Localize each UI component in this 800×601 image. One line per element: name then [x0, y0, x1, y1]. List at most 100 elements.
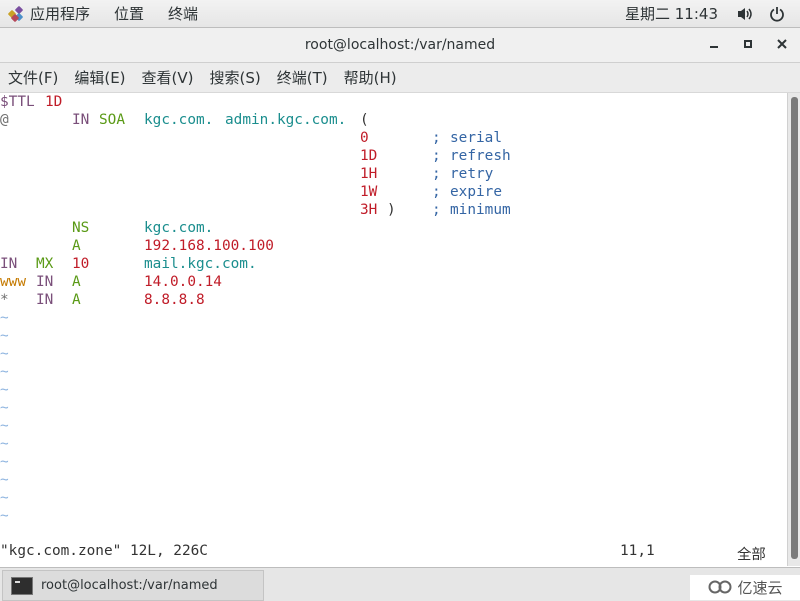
editor-token: A	[72, 292, 81, 308]
editor-token: MX	[36, 256, 54, 272]
editor-line: A 192.168.100.100	[0, 237, 787, 255]
empty-line-marker: ~	[0, 436, 9, 452]
editor-token: retry	[450, 166, 494, 182]
editor-token: IN	[72, 112, 90, 128]
editor-token: 10	[72, 256, 90, 272]
editor-token: NS	[72, 220, 90, 236]
editor-line: 1D; refresh	[0, 147, 787, 165]
editor-token: $TTL	[0, 94, 44, 110]
places-menu[interactable]: 位置	[114, 3, 144, 24]
watermark: 亿速云	[690, 575, 800, 600]
editor-token: expire	[450, 184, 502, 200]
editor-token: 192.168.100.100	[144, 238, 274, 254]
editor-token: (	[360, 112, 369, 128]
editor-token: 8.8.8.8	[144, 292, 205, 308]
editor-token: ;	[432, 148, 441, 164]
editor-token: refresh	[450, 148, 511, 164]
empty-line-marker: ~	[0, 346, 9, 362]
applications-menu[interactable]: 应用程序	[7, 3, 114, 24]
status-cursor-position: 11,1	[620, 543, 655, 559]
editor-line: * IN A 8.8.8.8	[0, 291, 787, 309]
scrollbar-thumb[interactable]	[791, 97, 798, 559]
empty-line-marker: ~	[0, 382, 9, 398]
empty-line-marker: ~	[0, 310, 9, 326]
editor-token: kgc.com.	[144, 220, 214, 236]
taskbar: root@localhost:/var/named	[0, 567, 800, 601]
editor-line: www IN A 14.0.0.14	[0, 273, 787, 291]
editor-token: IN	[36, 292, 54, 308]
editor-token: ;	[432, 166, 441, 182]
window-titlebar[interactable]: root@localhost:/var/named	[0, 28, 800, 63]
status-file-info: "kgc.com.zone" 12L, 226C	[0, 543, 208, 559]
editor-token: admin.kgc.com.	[225, 112, 347, 128]
close-icon	[777, 39, 787, 49]
editor-token: *	[0, 292, 9, 308]
menu-edit[interactable]: 编辑(E)	[74, 67, 125, 88]
editor-line: 3H); minimum	[0, 201, 787, 219]
editor-line: @ IN SOA kgc.com. admin.kgc.com. (	[0, 111, 787, 129]
editor-line: IN MX 10 mail.kgc.com.	[0, 255, 787, 273]
top-panel: 应用程序 位置 终端 星期二 11:43	[0, 0, 800, 28]
taskbar-item-label: root@localhost:/var/named	[41, 578, 218, 593]
menu-view[interactable]: 查看(V)	[142, 67, 194, 88]
terminal-icon	[11, 576, 33, 595]
editor-line: $TTL 1D	[0, 93, 787, 111]
clock[interactable]: 星期二 11:43	[625, 3, 718, 24]
menubar: 文件(F) 编辑(E) 查看(V) 搜索(S) 终端(T) 帮助(H)	[0, 63, 800, 94]
editor-token: 3H	[360, 202, 378, 218]
terminal-output[interactable]: $TTL 1D @ IN SOA kgc.com. admin.kgc.com.(0; se…	[0, 93, 787, 566]
scrollbar[interactable]	[787, 93, 800, 566]
applications-label: 应用程序	[30, 5, 91, 23]
cloud-logo-icon	[707, 578, 733, 598]
editor-token: 1D	[45, 94, 63, 110]
menu-help[interactable]: 帮助(H)	[344, 67, 397, 88]
empty-line-marker: ~	[0, 328, 9, 344]
editor-token: www	[0, 274, 26, 290]
editor-token: @	[0, 112, 9, 128]
editor-line: 1H; retry	[0, 165, 787, 183]
menu-file[interactable]: 文件(F)	[8, 67, 58, 88]
editor-token: 0	[360, 130, 369, 146]
editor-line: 0; serial	[0, 129, 787, 147]
editor-token: 14.0.0.14	[144, 274, 222, 290]
empty-line-marker: ~	[0, 472, 9, 488]
editor-token: 1W	[360, 184, 378, 200]
empty-line-marker: ~	[0, 418, 9, 434]
editor-token: ;	[432, 202, 441, 218]
editor-token: A	[72, 238, 81, 254]
power-icon[interactable]	[768, 5, 786, 23]
editor-token: ;	[432, 184, 441, 200]
editor-line: 1W; expire	[0, 183, 787, 201]
empty-line-marker: ~	[0, 400, 9, 416]
editor-token: kgc.com.	[144, 112, 214, 128]
minimize-button[interactable]	[706, 36, 722, 52]
editor-token: ;	[432, 130, 441, 146]
editor-token: 1H	[360, 166, 378, 182]
vim-status-line: "kgc.com.zone" 12L, 226C 11,1 全部	[0, 543, 787, 563]
empty-line-marker: ~	[0, 490, 9, 506]
taskbar-item-terminal[interactable]: root@localhost:/var/named	[2, 570, 264, 601]
status-scroll-position: 全部	[737, 547, 766, 563]
empty-line-marker: ~	[0, 364, 9, 380]
editor-token: 1D	[360, 148, 378, 164]
window-title: root@localhost:/var/named	[304, 37, 496, 53]
close-button[interactable]	[774, 36, 790, 52]
terminal-menu[interactable]: 终端	[168, 3, 198, 24]
editor-token: A	[72, 274, 81, 290]
menu-terminal[interactable]: 终端(T)	[277, 67, 328, 88]
watermark-text: 亿速云	[737, 579, 783, 597]
editor-token: IN	[36, 274, 54, 290]
maximize-button[interactable]	[740, 36, 756, 52]
editor-token: )	[387, 202, 396, 218]
volume-icon[interactable]	[736, 5, 754, 23]
maximize-icon	[744, 40, 752, 48]
editor-token: serial	[450, 130, 502, 146]
editor-line: NS kgc.com.	[0, 219, 787, 237]
editor-token: SOA	[99, 112, 125, 128]
gnome-logo-icon	[7, 5, 24, 22]
editor-token: IN	[0, 256, 18, 272]
editor-token: minimum	[450, 202, 511, 218]
minimize-icon	[710, 46, 718, 48]
menu-search[interactable]: 搜索(S)	[210, 67, 261, 88]
empty-line-marker: ~	[0, 454, 9, 470]
